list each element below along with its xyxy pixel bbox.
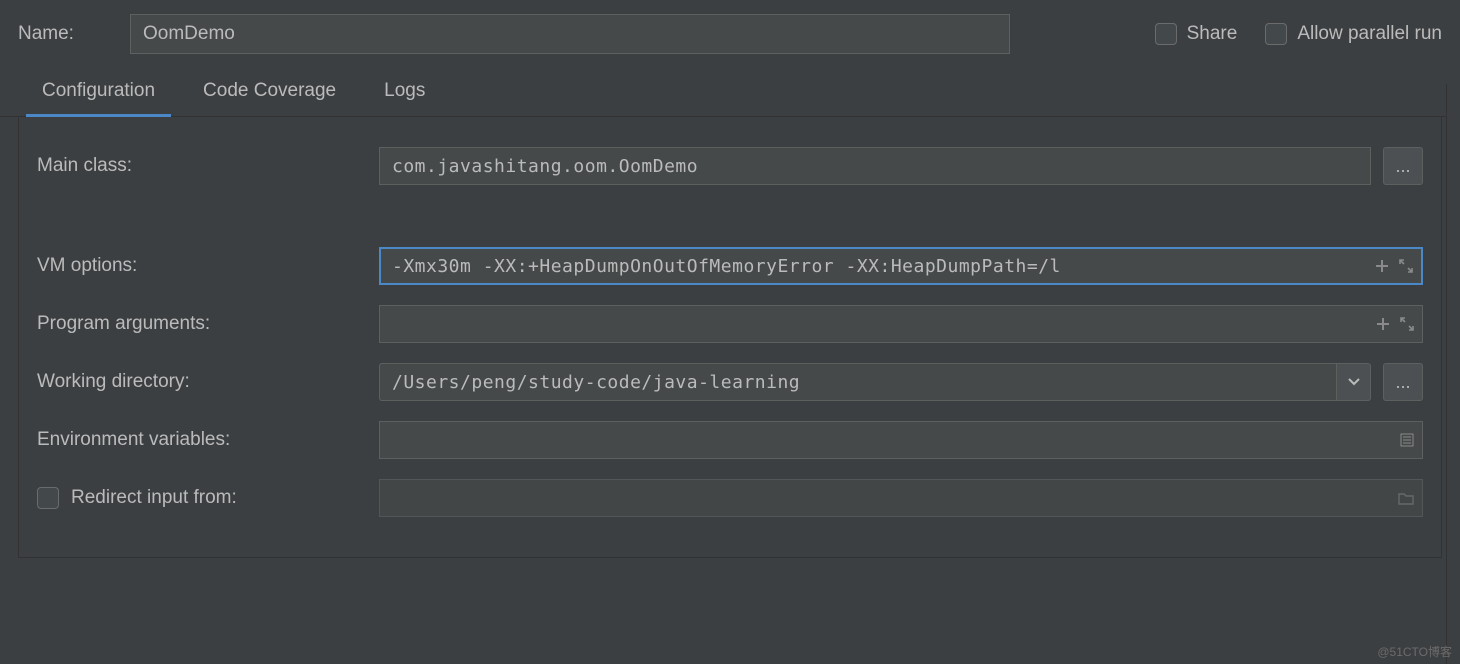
chevron-down-icon bbox=[1348, 378, 1360, 386]
redirect-input-label: Redirect input from: bbox=[71, 487, 237, 509]
expand-icon[interactable] bbox=[1400, 317, 1414, 331]
row-vm-options: VM options: -Xmx30m -XX:+HeapDumpOnOutOf… bbox=[37, 247, 1423, 285]
allow-parallel-checkbox[interactable]: Allow parallel run bbox=[1265, 23, 1442, 45]
environment-variables-label: Environment variables: bbox=[37, 429, 367, 451]
list-icon[interactable] bbox=[1400, 433, 1414, 447]
tab-logs[interactable]: Logs bbox=[360, 68, 449, 116]
checkbox-icon bbox=[1265, 23, 1287, 45]
tab-code-coverage[interactable]: Code Coverage bbox=[179, 68, 360, 116]
tab-bar: Configuration Code Coverage Logs bbox=[0, 64, 1460, 117]
row-working-directory: Working directory: /Users/peng/study-cod… bbox=[37, 363, 1423, 401]
row-redirect-input: Redirect input from: bbox=[37, 479, 1423, 517]
program-arguments-label: Program arguments: bbox=[37, 313, 367, 335]
share-label: Share bbox=[1187, 23, 1238, 45]
vm-options-input[interactable]: -Xmx30m -XX:+HeapDumpOnOutOfMemoryError … bbox=[379, 247, 1423, 285]
vm-options-label: VM options: bbox=[37, 255, 367, 277]
name-label: Name: bbox=[18, 23, 108, 45]
program-arguments-input[interactable] bbox=[379, 305, 1423, 343]
working-directory-dropdown[interactable] bbox=[1337, 363, 1371, 401]
checkbox-icon bbox=[1155, 23, 1177, 45]
ellipsis-icon: ... bbox=[1395, 372, 1410, 393]
allow-parallel-label: Allow parallel run bbox=[1297, 23, 1442, 45]
redirect-input-field[interactable] bbox=[379, 479, 1423, 517]
working-directory-browse-button[interactable]: ... bbox=[1383, 363, 1423, 401]
row-environment-variables: Environment variables: bbox=[37, 421, 1423, 459]
row-program-arguments: Program arguments: bbox=[37, 305, 1423, 343]
plus-icon[interactable] bbox=[1376, 317, 1390, 331]
working-directory-label: Working directory: bbox=[37, 371, 367, 393]
environment-variables-input[interactable] bbox=[379, 421, 1423, 459]
ellipsis-icon: ... bbox=[1395, 156, 1410, 177]
folder-icon[interactable] bbox=[1398, 491, 1414, 505]
row-main-class: Main class: com.javashitang.oom.OomDemo … bbox=[37, 147, 1423, 185]
redirect-input-checkbox[interactable] bbox=[37, 487, 59, 509]
expand-icon[interactable] bbox=[1399, 259, 1413, 273]
header-options: Share Allow parallel run bbox=[1155, 23, 1442, 45]
scrollbar[interactable] bbox=[1446, 84, 1460, 664]
main-class-browse-button[interactable]: ... bbox=[1383, 147, 1423, 185]
working-directory-input[interactable]: /Users/peng/study-code/java-learning bbox=[379, 363, 1337, 401]
tab-configuration[interactable]: Configuration bbox=[18, 68, 179, 116]
plus-icon[interactable] bbox=[1375, 259, 1389, 273]
watermark: @51CTO博客 bbox=[1377, 643, 1452, 660]
name-input[interactable] bbox=[130, 14, 1010, 54]
configuration-panel: Main class: com.javashitang.oom.OomDemo … bbox=[18, 117, 1442, 558]
share-checkbox[interactable]: Share bbox=[1155, 23, 1238, 45]
main-class-input[interactable]: com.javashitang.oom.OomDemo bbox=[379, 147, 1371, 185]
header-row: Name: Share Allow parallel run bbox=[0, 0, 1460, 64]
main-class-label: Main class: bbox=[37, 155, 367, 177]
